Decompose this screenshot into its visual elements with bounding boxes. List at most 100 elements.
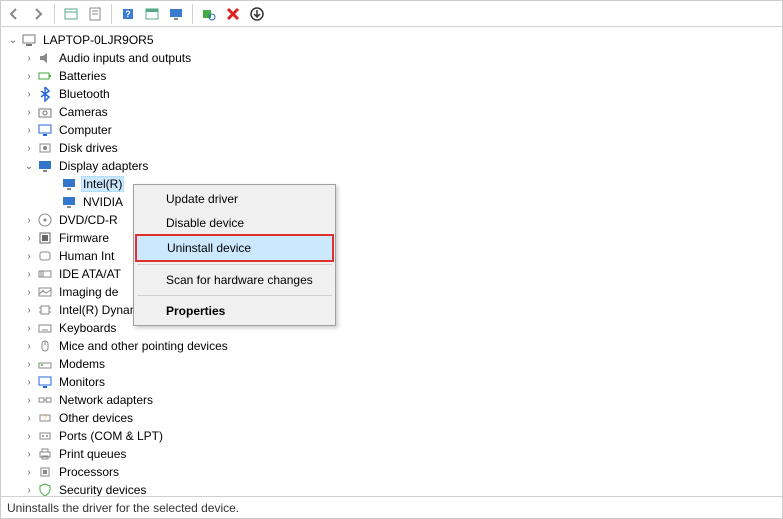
- toolbar-separator: [54, 4, 55, 24]
- tree-category[interactable]: › Ports (COM & LPT): [1, 427, 782, 445]
- add-button[interactable]: [246, 3, 268, 25]
- display-icon: [61, 176, 77, 192]
- action-button[interactable]: [141, 3, 163, 25]
- menu-scan-hardware[interactable]: Scan for hardware changes: [136, 268, 333, 292]
- port-icon: [37, 428, 53, 444]
- tree-label: Computer: [57, 123, 114, 137]
- tree-category[interactable]: ›Imaging de: [1, 283, 782, 301]
- svg-text:?: ?: [125, 9, 131, 19]
- back-button[interactable]: [3, 3, 25, 25]
- tree-category[interactable]: › Disk drives: [1, 139, 782, 157]
- tree-category[interactable]: › Audio inputs and outputs: [1, 49, 782, 67]
- menu-uninstall-device[interactable]: Uninstall device: [135, 234, 334, 262]
- expander-icon[interactable]: ›: [21, 446, 37, 462]
- imaging-icon: [37, 284, 53, 300]
- expander-icon[interactable]: ›: [21, 482, 37, 496]
- expander-icon[interactable]: ›: [21, 284, 37, 300]
- expander-icon[interactable]: ›: [21, 302, 37, 318]
- expander-icon[interactable]: ›: [21, 374, 37, 390]
- tree-device-nvidia[interactable]: NVIDIA: [1, 193, 782, 211]
- expander-icon[interactable]: ›: [21, 230, 37, 246]
- tree-category[interactable]: ›Security devices: [1, 481, 782, 496]
- uninstall-button[interactable]: [222, 3, 244, 25]
- tree-device-intel[interactable]: Intel(R): [1, 175, 782, 193]
- tree-category[interactable]: ›Modems: [1, 355, 782, 373]
- tree-category[interactable]: ›Monitors: [1, 373, 782, 391]
- network-icon: [37, 392, 53, 408]
- ide-icon: [37, 266, 53, 282]
- tree-category[interactable]: › Computer: [1, 121, 782, 139]
- tree-category[interactable]: ›Processors: [1, 463, 782, 481]
- arrow-left-icon: [6, 6, 22, 22]
- battery-icon: [37, 68, 53, 84]
- tree-category-display-adapters[interactable]: ⌄Display adapters: [1, 157, 782, 175]
- menu-separator: [137, 295, 332, 296]
- tree-category[interactable]: ›? Other devices: [1, 409, 782, 427]
- tree-label: Ports (COM & LPT): [57, 429, 165, 443]
- tree-category[interactable]: › Batteries: [1, 67, 782, 85]
- expander-icon[interactable]: ›: [21, 140, 37, 156]
- tree-category[interactable]: ›Human Int: [1, 247, 782, 265]
- menu-update-driver[interactable]: Update driver: [136, 187, 333, 211]
- device-tree[interactable]: ⌄ LAPTOP-0LJR9OR5 › Audio inputs and outp…: [1, 27, 782, 496]
- expander-icon[interactable]: ›: [21, 122, 37, 138]
- tree-category[interactable]: ›Firmware: [1, 229, 782, 247]
- expander-icon[interactable]: ›: [21, 68, 37, 84]
- tree-category[interactable]: › Print queues: [1, 445, 782, 463]
- tree-label: Bluetooth: [57, 87, 112, 101]
- expander-icon[interactable]: ⌄: [5, 32, 21, 48]
- tree-label: Audio inputs and outputs: [57, 51, 193, 65]
- tree-category[interactable]: › Bluetooth: [1, 85, 782, 103]
- menu-disable-device[interactable]: Disable device: [136, 211, 333, 235]
- expander-icon[interactable]: ›: [21, 464, 37, 480]
- camera-icon: [37, 104, 53, 120]
- toolbar-separator: [192, 4, 193, 24]
- tree-label: IDE ATA/AT: [57, 267, 123, 281]
- tree-category[interactable]: ›Mice and other pointing devices: [1, 337, 782, 355]
- properties-button[interactable]: [84, 3, 106, 25]
- tree-panel: ⌄ LAPTOP-0LJR9OR5 › Audio inputs and outp…: [1, 27, 782, 496]
- expander-icon[interactable]: ›: [21, 50, 37, 66]
- expander-icon[interactable]: ›: [21, 212, 37, 228]
- view-button[interactable]: [165, 3, 187, 25]
- status-text: Uninstalls the driver for the selected d…: [7, 501, 239, 515]
- expander-icon[interactable]: ›: [21, 104, 37, 120]
- menu-properties[interactable]: Properties: [136, 299, 333, 323]
- tree-label: Network adapters: [57, 393, 155, 407]
- chip-icon: [37, 302, 53, 318]
- tree-category[interactable]: › Network adapters: [1, 391, 782, 409]
- tree-category[interactable]: › Cameras: [1, 103, 782, 121]
- display-icon: [61, 194, 77, 210]
- tree-category[interactable]: ›DVD/CD-R: [1, 211, 782, 229]
- forward-button[interactable]: [27, 3, 49, 25]
- tree-root[interactable]: ⌄ LAPTOP-0LJR9OR5: [1, 31, 782, 49]
- expander-icon[interactable]: ›: [21, 266, 37, 282]
- show-hidden-button[interactable]: [60, 3, 82, 25]
- tree-category[interactable]: ›Keyboards: [1, 319, 782, 337]
- tree-category[interactable]: ›Intel(R) Dynamic Platform and Thermal F…: [1, 301, 782, 319]
- tree-label: Disk drives: [57, 141, 120, 155]
- computer-icon: [21, 32, 37, 48]
- expander-icon[interactable]: ›: [21, 248, 37, 264]
- tree-label: Cameras: [57, 105, 110, 119]
- help-icon: ?: [120, 6, 136, 22]
- other-icon: ?: [37, 410, 53, 426]
- expander-icon[interactable]: ›: [21, 410, 37, 426]
- expander-icon[interactable]: ›: [21, 428, 37, 444]
- expander-icon[interactable]: ›: [21, 392, 37, 408]
- monitor-icon: [168, 6, 184, 22]
- expander-icon[interactable]: ›: [21, 338, 37, 354]
- expander-icon[interactable]: ⌄: [21, 158, 37, 174]
- tree-label: Print queues: [57, 447, 128, 461]
- tree-label: Batteries: [57, 69, 108, 83]
- expander-icon[interactable]: ›: [21, 320, 37, 336]
- expander-icon[interactable]: ›: [21, 356, 37, 372]
- scan-button[interactable]: [198, 3, 220, 25]
- context-menu: Update driver Disable device Uninstall d…: [133, 184, 336, 326]
- help-button[interactable]: ?: [117, 3, 139, 25]
- tree-category[interactable]: › IDE ATA/AT: [1, 265, 782, 283]
- tree-label: Other devices: [57, 411, 135, 425]
- display-icon: [37, 158, 53, 174]
- expander-icon[interactable]: ›: [21, 86, 37, 102]
- down-arrow-icon: [249, 6, 265, 22]
